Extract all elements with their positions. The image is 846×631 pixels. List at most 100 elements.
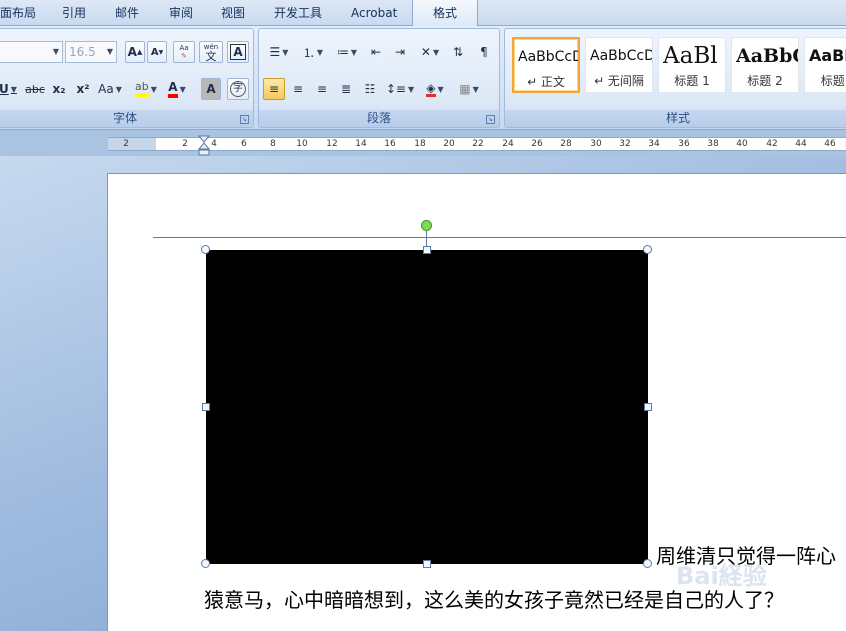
borders-button[interactable]: ▦ ▼ <box>453 78 485 100</box>
align-center-icon: ≡ <box>292 82 304 96</box>
resize-handle-left[interactable] <box>202 403 210 411</box>
align-left-button[interactable]: ≡ <box>263 78 285 100</box>
strikethrough-icon: abc <box>25 82 45 96</box>
show-marks-button[interactable]: ¶ <box>473 41 495 63</box>
clear-format-button[interactable]: Aa ✎ <box>173 41 195 63</box>
styles-group-caption: 样式 <box>505 110 846 127</box>
font-group-caption: 字体 <box>0 110 253 127</box>
style-heading-1[interactable]: AaBl 标题 1 <box>658 37 726 93</box>
document-text-line-2[interactable]: 猿意马，心中暗暗想到，这么美的女孩子竟然已经是自己的人了？ <box>204 588 784 612</box>
ruler-label: 12 <box>326 139 338 149</box>
align-right-button[interactable]: ≡ <box>311 78 333 100</box>
decrease-indent-button[interactable]: ⇤ <box>365 41 387 63</box>
resize-handle-top-left[interactable] <box>201 245 210 254</box>
ruler-label: 16 <box>384 139 396 149</box>
tab-page-layout[interactable]: 面布局 <box>0 0 36 26</box>
resize-handle-bottom-left[interactable] <box>201 559 210 568</box>
highlighter-icon: ab <box>135 81 149 97</box>
ruler-left-margin <box>108 138 156 150</box>
subscript-button[interactable]: x₂ <box>49 78 69 100</box>
font-color-button[interactable]: A ▼ <box>163 78 191 100</box>
sort-icon: ⇅ <box>452 45 464 59</box>
paragraph-group-caption: 段落 <box>259 110 499 127</box>
font-dialog-launcher-icon[interactable]: ↘ <box>240 115 249 124</box>
ruler-label: 36 <box>678 139 690 149</box>
rotation-handle[interactable] <box>421 220 432 231</box>
line-spacing-icon: ↕≡ <box>385 82 406 96</box>
style-name: ↵ 无间隔 <box>594 74 644 88</box>
enclose-characters-icon: 字 <box>230 81 246 97</box>
ruler-label: 2 <box>182 139 188 149</box>
increase-indent-button[interactable]: ⇥ <box>389 41 411 63</box>
distributed-button[interactable]: ☷ <box>359 78 381 100</box>
ruler-label: 14 <box>355 139 367 149</box>
font-color-icon: A <box>168 80 178 98</box>
underline-button[interactable]: U ▼ <box>0 78 19 100</box>
paragraph-dialog-launcher-icon[interactable]: ↘ <box>486 115 495 124</box>
multilevel-list-icon: ≔ <box>336 45 349 59</box>
phonetic-guide-button[interactable]: wén 文 <box>199 41 223 63</box>
chinese-layout-button[interactable]: ✕ ▼ <box>415 41 445 63</box>
horizontal-ruler[interactable]: 2 2 4 6 8 10 12 14 16 18 20 22 24 26 28 … <box>108 137 846 151</box>
character-shading-button[interactable]: A <box>201 78 221 100</box>
enclose-characters-button[interactable]: 字 <box>227 78 249 100</box>
line-spacing-button[interactable]: ↕≡ ▼ <box>385 78 415 100</box>
bullets-button[interactable]: ☰ ▼ <box>263 41 295 63</box>
justify-button[interactable]: ≣ <box>335 78 357 100</box>
change-case-icon: Aa <box>98 82 114 96</box>
ruler-label: 32 <box>619 139 631 149</box>
chinese-layout-icon: ✕ <box>420 45 431 59</box>
header-separator-line <box>153 237 846 238</box>
character-border-button[interactable]: A <box>227 41 249 63</box>
borders-icon: ▦ <box>459 82 471 96</box>
resize-handle-bottom[interactable] <box>423 560 431 568</box>
sort-button[interactable]: ⇅ <box>447 41 469 63</box>
tab-view[interactable]: 视图 <box>221 0 245 26</box>
style-name: 标题 3 <box>820 74 846 88</box>
change-case-button[interactable]: Aa ▼ <box>97 78 123 100</box>
strikethrough-button[interactable]: abc <box>23 78 47 100</box>
highlight-color-button[interactable]: ab ▼ <box>131 78 161 100</box>
tab-acrobat[interactable]: Acrobat <box>351 0 397 26</box>
ruler-label: 26 <box>531 139 543 149</box>
multilevel-list-button[interactable]: ≔ ▼ <box>331 41 363 63</box>
tab-format[interactable]: 格式 <box>412 0 479 26</box>
ribbon-tab-bar: 面布局 引用 邮件 审阅 视图 开发工具 Acrobat 格式 <box>0 0 846 26</box>
ruler-label: 20 <box>443 139 455 149</box>
baidu-watermark: Bai経验 <box>676 562 767 590</box>
shrink-font-icon: A <box>150 46 159 58</box>
resize-handle-top[interactable] <box>423 246 431 254</box>
ruler-label: 6 <box>241 139 247 149</box>
ruler-label: 40 <box>736 139 748 149</box>
style-heading-3[interactable]: AaBb( 标题 3 <box>804 37 846 93</box>
align-center-button[interactable]: ≡ <box>287 78 309 100</box>
resize-handle-top-right[interactable] <box>643 245 652 254</box>
subscript-icon: x₂ <box>52 82 66 96</box>
font-size-combo[interactable]: 16.5 ▼ <box>65 41 117 63</box>
indent-marker-icon[interactable] <box>198 135 210 157</box>
font-name-combo[interactable]: ▼ <box>0 41 63 63</box>
tab-references[interactable]: 引用 <box>62 0 86 26</box>
resize-handle-right[interactable] <box>644 403 652 411</box>
style-preview: AaBbCcD <box>590 48 652 64</box>
ruler-label: 28 <box>560 139 572 149</box>
ruler-label: 38 <box>707 139 719 149</box>
numbering-icon: ⒈ <box>302 45 315 60</box>
tab-mailings[interactable]: 邮件 <box>115 0 139 26</box>
styles-group: AaBbCcD ↵ 正文 AaBbCcD ↵ 无间隔 AaBl 标题 1 AaB… <box>504 28 846 128</box>
tab-review[interactable]: 审阅 <box>169 0 193 26</box>
style-heading-2[interactable]: AaBbC 标题 2 <box>731 37 799 93</box>
style-normal[interactable]: AaBbCcD ↵ 正文 <box>512 37 580 93</box>
selected-picture[interactable] <box>206 250 648 564</box>
style-name: ↵ 正文 <box>527 75 565 89</box>
grow-font-button[interactable]: A ▲ <box>125 41 145 63</box>
resize-handle-bottom-right[interactable] <box>643 559 652 568</box>
style-name: 标题 2 <box>747 74 783 88</box>
superscript-button[interactable]: x² <box>73 78 93 100</box>
shrink-font-button[interactable]: A ▼ <box>147 41 167 63</box>
tab-developer[interactable]: 开发工具 <box>274 0 322 26</box>
style-no-spacing[interactable]: AaBbCcD ↵ 无间隔 <box>585 37 653 93</box>
numbering-button[interactable]: ⒈ ▼ <box>297 41 329 63</box>
ruler-label: 44 <box>795 139 807 149</box>
shading-button[interactable]: ◈ ▼ <box>419 78 451 100</box>
